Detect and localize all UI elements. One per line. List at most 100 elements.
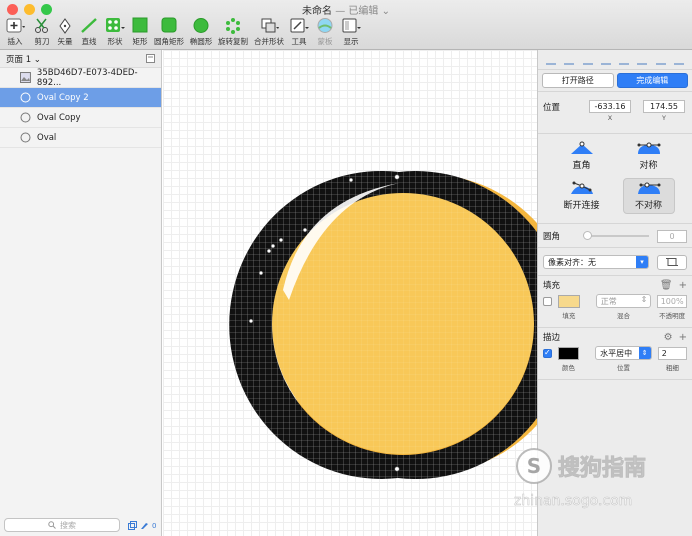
insert-button[interactable]: 插入	[0, 17, 30, 47]
border-header: 描边	[543, 333, 561, 343]
export-slice-icon[interactable]	[128, 521, 137, 530]
layer-name: 35BD46D7-E073-4DED-892...	[36, 67, 138, 88]
open-path-button[interactable]: 打开路径	[542, 73, 614, 88]
oval-icon	[20, 92, 31, 103]
stepper-icon: ⇕	[638, 347, 651, 359]
combine-icon	[261, 18, 279, 33]
canvas-artwork	[229, 170, 537, 480]
pixel-align-section: 像素对齐：无 ▾	[538, 248, 692, 276]
x-position-field[interactable]: -633.16	[589, 100, 631, 113]
mask-icon	[317, 18, 333, 33]
toolbar: 未命名 — 已编辑 ⌄ 插入 剪刀 矢量 直线 形状 矩形 圆角矩形 椭圆形 旋…	[0, 0, 692, 50]
frame-icon	[666, 258, 678, 266]
document-name: 未命名	[302, 6, 333, 17]
app-window: 未命名 — 已编辑 ⌄ 插入 剪刀 矢量 直线 形状 矩形 圆角矩形 椭圆形 旋…	[0, 0, 692, 536]
gear-icon[interactable]: ⚙	[664, 332, 673, 343]
border-color-caption: 颜色	[562, 364, 576, 372]
fill-blend-select[interactable]: 正常 ⇕	[595, 294, 652, 308]
view-button[interactable]: 显示	[336, 17, 366, 47]
brush-icon[interactable]	[140, 521, 149, 530]
distribute-horizontal-icon[interactable]	[546, 55, 557, 65]
disconnected-point-button[interactable]: 断开连接	[556, 178, 608, 214]
fill-header: 填充	[543, 281, 561, 291]
sidebar-footer-icons: 0	[128, 521, 156, 530]
mirrored-point-button[interactable]: 对称	[623, 138, 675, 174]
window-title: 未命名 — 已编辑 ⌄	[0, 2, 692, 17]
trash-icon[interactable]: 🗑	[660, 280, 673, 291]
align-right-icon[interactable]	[619, 55, 630, 65]
finish-editing-button[interactable]: 完成编辑	[616, 73, 688, 88]
layer-row-oval[interactable]: Oval	[0, 128, 161, 148]
rounded-rectangle-button[interactable]: 圆角矩形	[151, 17, 187, 47]
layer-name: Oval Copy	[37, 112, 81, 123]
border-width-field[interactable]: 2	[657, 346, 688, 360]
alignment-toolbar	[538, 50, 692, 70]
layer-search-input[interactable]: 搜索	[4, 518, 120, 532]
corner-radius-slider[interactable]	[583, 231, 649, 240]
align-middle-icon[interactable]	[655, 55, 666, 65]
canvas[interactable]	[163, 50, 537, 536]
position-section: 位置 -633.16 174.55 X Y	[538, 92, 692, 134]
chevron-down-icon: ▾	[636, 256, 648, 268]
layer-name: Oval Copy 2	[37, 92, 89, 103]
fill-caption: 填充	[562, 312, 576, 320]
align-left-icon[interactable]	[582, 55, 593, 65]
oval-icon	[193, 18, 209, 33]
page-panel-toggle-icon[interactable]	[146, 54, 155, 63]
add-fill-icon[interactable]: +	[679, 280, 687, 291]
pixel-align-select[interactable]: 像素对齐：无 ▾	[543, 255, 649, 269]
fill-opacity-field[interactable]: 100%	[657, 294, 688, 308]
point-type-section: 直角 对称 断开连接 不对称	[538, 134, 692, 224]
line-icon	[81, 18, 97, 33]
rotate-copy-button[interactable]: 旋转复制	[215, 17, 251, 47]
border-enabled-checkbox[interactable]	[543, 348, 552, 358]
straight-point-button[interactable]: 直角	[556, 138, 608, 174]
shapes-icon	[106, 18, 125, 32]
blend-caption: 混合	[616, 312, 630, 320]
page-selector-bar: 页面 1 ⌄	[0, 50, 161, 68]
fill-enabled-checkbox[interactable]	[543, 296, 552, 306]
layer-row-image[interactable]: 35BD46D7-E073-4DED-892...	[0, 68, 161, 88]
opacity-caption: 不透明度	[659, 312, 686, 320]
search-icon	[48, 521, 56, 529]
layer-row-oval-copy[interactable]: Oval Copy	[0, 108, 161, 128]
plus-icon	[6, 18, 25, 33]
document-status: — 已编辑 ⌄	[335, 6, 390, 17]
oval-button[interactable]: 椭圆形	[186, 17, 216, 47]
fill-blend-value: 正常	[600, 296, 617, 306]
asymmetric-point-button[interactable]: 不对称	[622, 178, 675, 214]
x-caption: X	[607, 114, 613, 122]
pixel-align-value: 像素对齐：无	[548, 257, 596, 267]
oval-icon	[20, 112, 31, 123]
border-position-value: 水平居中	[600, 348, 633, 358]
edit-mode-buttons: 打开路径 完成编辑	[538, 70, 692, 92]
combine-shapes-button[interactable]: 合并形状	[251, 17, 287, 47]
oval-icon	[20, 132, 31, 143]
corner-radius-field[interactable]: 0	[657, 229, 687, 243]
align-bottom-icon[interactable]	[673, 55, 684, 65]
y-caption: Y	[662, 114, 666, 122]
border-color-swatch[interactable]	[557, 346, 580, 360]
position-label: 位置	[543, 102, 561, 113]
fill-section: 填充 🗑 + 正常 ⇕ 100% 填充 混合 不透明度	[538, 276, 692, 328]
rectangle-icon	[132, 17, 148, 33]
page-selector[interactable]: 页面 1 ⌄	[6, 53, 41, 65]
layer-name: Oval	[37, 132, 57, 143]
fit-to-pixel-button[interactable]	[657, 254, 687, 270]
y-position-field[interactable]: 174.55	[643, 100, 685, 113]
view-icon	[342, 18, 361, 33]
align-top-icon[interactable]	[637, 55, 648, 65]
align-center-icon[interactable]	[600, 55, 611, 65]
mirrored-point-icon	[637, 142, 660, 154]
fill-color-swatch[interactable]	[557, 294, 580, 308]
layer-row-oval-copy-2[interactable]: Oval Copy 2	[0, 88, 161, 108]
inspector-panel: 打开路径 完成编辑 位置 -633.16 174.55 X Y 直角 对称 断开…	[537, 50, 692, 536]
corner-label: 圆角	[543, 232, 561, 242]
layers-panel: 页面 1 ⌄ 35BD46D7-E073-4DED-892... Oval Co…	[0, 50, 162, 536]
add-border-icon[interactable]: +	[679, 332, 687, 343]
border-position-select[interactable]: 水平居中 ⇕	[595, 346, 652, 360]
distribute-vertical-icon[interactable]	[564, 55, 575, 65]
border-position-caption: 位置	[616, 364, 630, 372]
rotate-copy-icon	[226, 18, 240, 34]
rounded-rectangle-icon	[161, 17, 177, 33]
